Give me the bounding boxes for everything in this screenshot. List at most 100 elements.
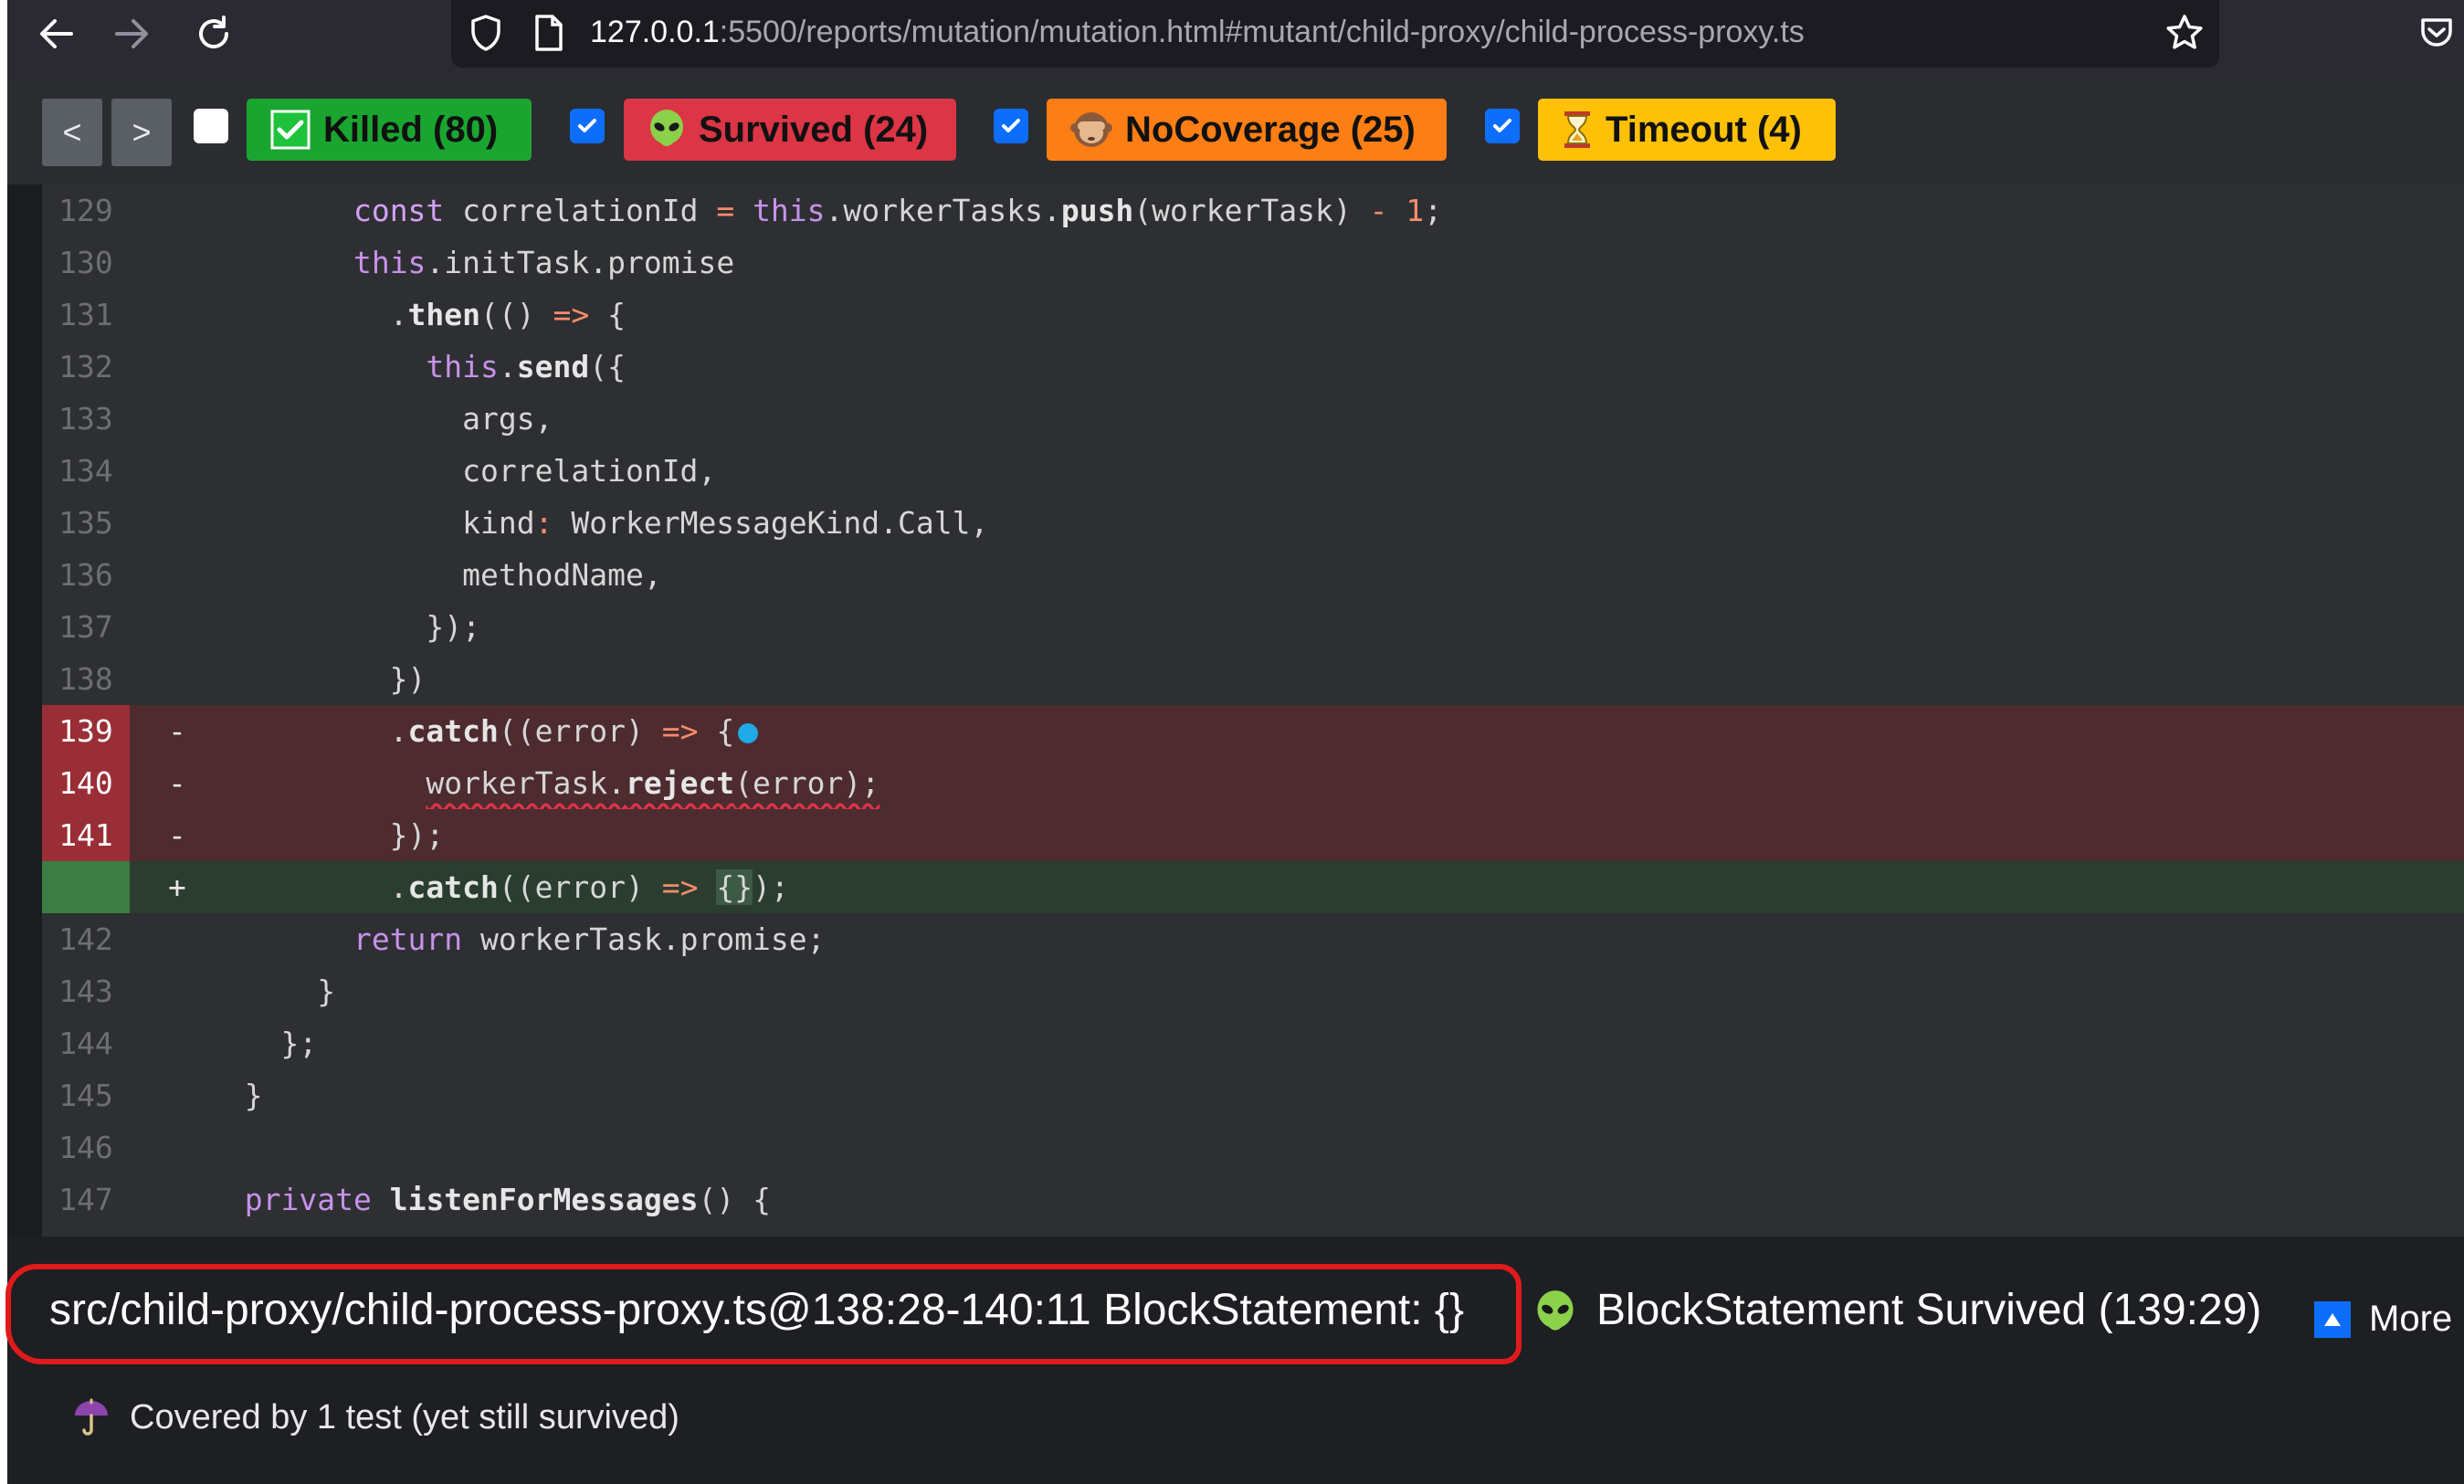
removed-code-line: 141 - }); xyxy=(42,809,2464,861)
line-number: 147 xyxy=(58,1182,113,1217)
line-number: 140 xyxy=(42,757,130,809)
checkbox-check-icon xyxy=(1002,119,1020,132)
diff-marker: - xyxy=(168,817,186,853)
code-text: .then(() => { xyxy=(208,297,627,332)
back-icon[interactable] xyxy=(20,0,93,68)
code-text: .catch((error) => { xyxy=(208,705,759,757)
window-edge xyxy=(0,0,7,1484)
hourglass-icon xyxy=(1562,110,1593,150)
removed-code-line: 140 - workerTask.reject(error); xyxy=(42,757,2464,809)
line-number: 146 xyxy=(58,1130,113,1165)
browser-toolbar: 127.0.0.1:5500/reports/mutation/mutation… xyxy=(7,0,2464,77)
code-text: }); xyxy=(208,817,445,853)
timeout-filter-label: Timeout (4) xyxy=(1606,109,1802,150)
line-number: 137 xyxy=(58,609,113,645)
code-text: }; xyxy=(208,1026,318,1061)
code-line: 133 args, xyxy=(42,393,2464,445)
nocoverage-filter-badge: NoCoverage (25) xyxy=(1047,99,1447,161)
code-line: 130 this.initTask.promise xyxy=(42,237,2464,289)
added-code-line: + .catch((error) => {}); xyxy=(42,861,2464,913)
survived-filter-checkbox[interactable] xyxy=(570,109,605,143)
code-view: 129 const correlationId = this.workerTas… xyxy=(42,184,2464,1237)
line-number: 131 xyxy=(58,297,113,332)
bookmark-star-icon[interactable] xyxy=(2164,13,2205,58)
check-mark-icon xyxy=(270,110,311,150)
code-text: const correlationId = this.workerTasks.p… xyxy=(353,193,1443,228)
mutant-marker-dot[interactable] xyxy=(738,722,759,743)
diff-marker: - xyxy=(168,765,186,801)
code-line: 142 return workerTask.promise; xyxy=(42,913,2464,965)
diff-marker: - xyxy=(168,713,186,749)
line-number: 145 xyxy=(58,1078,113,1113)
line-number: 141 xyxy=(42,809,130,861)
nocoverage-filter-label: NoCoverage (25) xyxy=(1125,109,1416,150)
reload-icon[interactable] xyxy=(177,0,250,68)
code-text: } xyxy=(208,974,336,1009)
code-text: }); xyxy=(208,609,481,645)
timeout-filter-checkbox[interactable] xyxy=(1485,109,1520,143)
line-number: 133 xyxy=(58,401,113,437)
code-text: args, xyxy=(208,401,553,437)
code-line: 129 const correlationId = this.workerTas… xyxy=(42,184,2464,237)
nocoverage-filter-checkbox[interactable] xyxy=(994,109,1028,143)
forward-icon[interactable] xyxy=(95,0,168,68)
line-number: 132 xyxy=(58,349,113,384)
address-bar[interactable]: 127.0.0.1:5500/reports/mutation/mutation… xyxy=(451,0,2219,68)
code-text: } xyxy=(208,1078,263,1113)
diff-marker: + xyxy=(168,869,186,905)
survived-filter-label: Survived (24) xyxy=(699,109,929,150)
pocket-icon[interactable] xyxy=(2418,15,2455,56)
checkbox-check-icon xyxy=(1493,119,1511,132)
url-host: 127.0.0.1 xyxy=(590,15,720,49)
code-text: methodName, xyxy=(208,557,662,593)
line-number: 143 xyxy=(58,974,113,1009)
timeout-filter-badge: Timeout (4) xyxy=(1538,99,1836,161)
line-number: 144 xyxy=(58,1026,113,1061)
line-number: 139 xyxy=(42,705,130,757)
code-line: 146 xyxy=(42,1121,2464,1174)
removed-code-line: 139 - .catch((error) => { xyxy=(42,705,2464,757)
line-number: 138 xyxy=(58,661,113,697)
code-text: this.send({ xyxy=(426,349,627,384)
code-line: 136 methodName, xyxy=(42,549,2464,601)
expand-up-icon xyxy=(2314,1300,2351,1338)
line-number: 135 xyxy=(58,505,113,541)
killed-filter-label: Killed (80) xyxy=(323,109,499,150)
line-number: 136 xyxy=(58,557,113,593)
url-text[interactable]: 127.0.0.1:5500/reports/mutation/mutation… xyxy=(590,15,1805,50)
code-line: 131 .then(() => { xyxy=(42,289,2464,341)
shield-icon[interactable] xyxy=(468,13,504,58)
line-number xyxy=(42,861,130,913)
code-line: 135 kind: WorkerMessageKind.Call, xyxy=(42,497,2464,549)
code-line: 137 }); xyxy=(42,601,2464,653)
see-no-evil-monkey-icon xyxy=(1070,109,1112,151)
more-button[interactable]: More xyxy=(2314,1299,2452,1340)
previous-mutant-button[interactable]: < xyxy=(42,99,102,166)
next-mutant-button[interactable]: > xyxy=(111,99,172,166)
line-number: 129 xyxy=(58,193,113,228)
highlight-annotation xyxy=(5,1264,1522,1364)
code-line: 145 } xyxy=(42,1069,2464,1121)
survived-filter-badge: Survived (24) xyxy=(624,99,956,161)
code-text: this.initTask.promise xyxy=(353,245,735,280)
code-text: kind: WorkerMessageKind.Call, xyxy=(208,505,989,541)
umbrella-icon xyxy=(71,1397,111,1437)
code-text: }) xyxy=(208,661,426,697)
code-line: 144 }; xyxy=(42,1017,2464,1069)
code-line: 138 }) xyxy=(42,653,2464,705)
code-text: private listenForMessages() { xyxy=(244,1182,771,1217)
killed-filter-checkbox[interactable] xyxy=(194,109,228,143)
alien-icon xyxy=(1534,1289,1576,1340)
code-text: correlationId, xyxy=(208,453,717,489)
app-root: 127.0.0.1:5500/reports/mutation/mutation… xyxy=(0,0,2464,1484)
line-number: 130 xyxy=(58,245,113,280)
code-text: return workerTask.promise; xyxy=(353,921,826,957)
alien-icon xyxy=(648,109,686,151)
killed-filter-badge: Killed (80) xyxy=(247,99,532,161)
line-number: 134 xyxy=(58,453,113,489)
line-number: 142 xyxy=(58,921,113,957)
checkbox-check-icon xyxy=(578,119,596,132)
covered-text: Covered by 1 test (yet still survived) xyxy=(130,1397,679,1437)
page-icon xyxy=(533,13,564,58)
mutant-status-text: BlockStatement Survived (139:29) xyxy=(1596,1286,2262,1334)
